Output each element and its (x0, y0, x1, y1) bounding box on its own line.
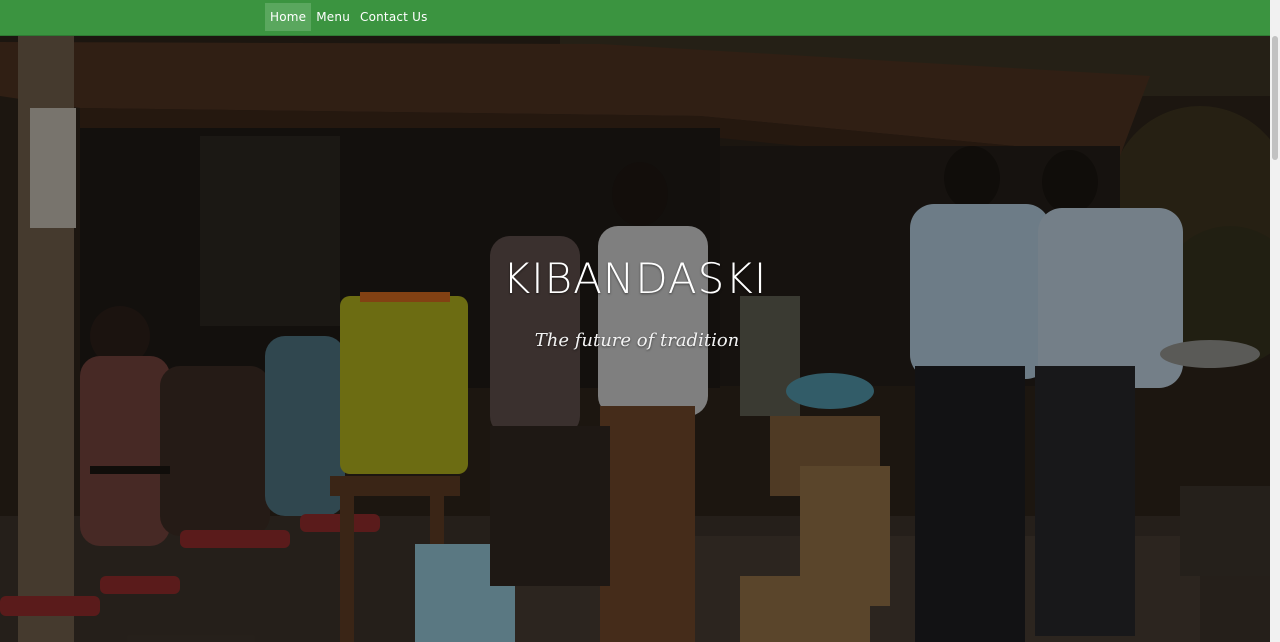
top-navbar: Home Menu Contact Us (0, 0, 1270, 36)
page-scrollbar[interactable] (1270, 0, 1280, 642)
hero-section: KIBANDASKI The future of tradition (0, 36, 1270, 642)
hero-tagline: The future of tradition (534, 330, 740, 351)
nav-links: Home Menu Contact Us (265, 3, 433, 31)
nav-link-home[interactable]: Home (265, 3, 312, 31)
nav-link-menu[interactable]: Menu (311, 3, 355, 31)
hero-title: KIBANDASKI (502, 254, 768, 303)
nav-link-contact[interactable]: Contact Us (355, 3, 433, 31)
scrollbar-thumb[interactable] (1272, 36, 1278, 160)
